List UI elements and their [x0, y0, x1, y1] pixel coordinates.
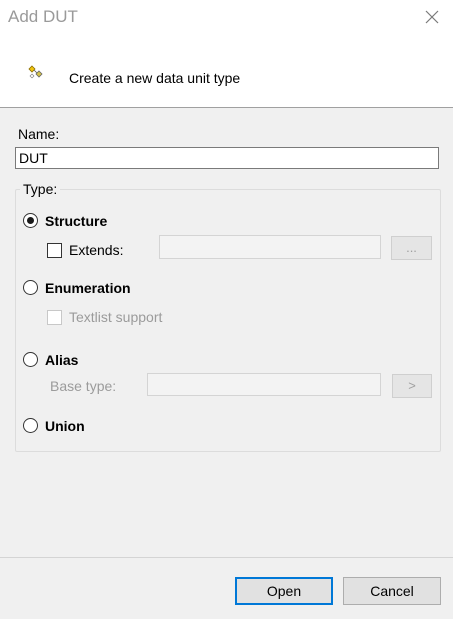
name-input[interactable]: [15, 147, 439, 169]
extends-field: [159, 235, 381, 259]
close-icon: [425, 10, 439, 24]
footer-divider: [0, 557, 453, 558]
window-title: Add DUT: [8, 7, 78, 26]
extends-label: Extends:: [69, 242, 124, 258]
dialog-header: Create a new data unit type: [0, 34, 453, 108]
cancel-button[interactable]: Cancel: [343, 577, 441, 605]
base-type-label: Base type:: [50, 378, 117, 394]
enumeration-radio[interactable]: [23, 280, 38, 295]
union-radio[interactable]: [23, 418, 38, 433]
structure-radio[interactable]: [23, 213, 38, 228]
enumeration-label[interactable]: Enumeration: [45, 280, 131, 296]
alias-radio[interactable]: [23, 352, 38, 367]
header-description: Create a new data unit type: [69, 70, 241, 86]
close-button[interactable]: [409, 0, 453, 34]
base-type-browse-button: >: [392, 374, 432, 398]
title-bar: Add DUT: [0, 0, 453, 34]
alias-label[interactable]: Alias: [45, 352, 78, 368]
new-dut-icon: [28, 65, 43, 79]
type-group-legend: Type:: [20, 181, 61, 197]
structure-label[interactable]: Structure: [45, 213, 107, 229]
name-label: Name:: [18, 126, 60, 142]
union-label[interactable]: Union: [45, 418, 85, 434]
textlist-support-label: Textlist support: [69, 309, 163, 325]
extends-browse-button: ...: [391, 236, 432, 260]
open-button[interactable]: Open: [235, 577, 333, 605]
textlist-support-checkbox: [47, 310, 62, 325]
base-type-field: [147, 373, 381, 396]
extends-checkbox[interactable]: [47, 243, 62, 258]
